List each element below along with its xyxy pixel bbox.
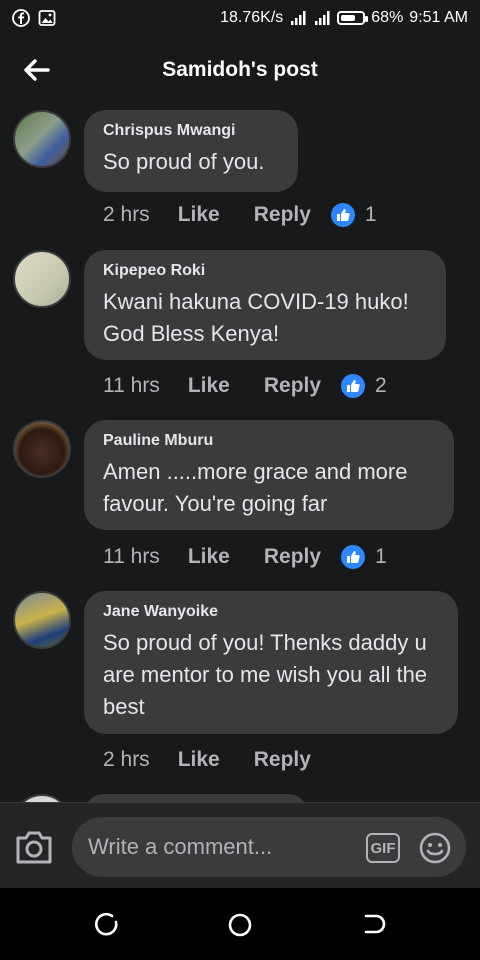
like-button[interactable]: Like [178, 203, 220, 227]
system-nav-bar [0, 888, 480, 960]
gif-button[interactable]: GIF [366, 833, 400, 863]
page-title: Samidoh's post [162, 58, 318, 81]
comment-time[interactable]: 11 hrs [103, 545, 160, 569]
comment-input[interactable] [72, 817, 466, 877]
comment-bubble[interactable]: Jane Wanyoike So proud of you! Thenks da… [84, 591, 458, 734]
clock: 9:51 AM [409, 9, 468, 26]
comment-text: So proud of you! Thenks daddy u are ment… [103, 630, 428, 719]
reply-button[interactable]: Reply [254, 748, 311, 772]
comment-author[interactable]: Jane Wanyoike [103, 603, 438, 621]
signal-icon [291, 11, 306, 25]
comment-text: Kwani hakuna COVID-19 huko! God Bless Ke… [103, 289, 409, 346]
network-speed: 18.76K/s [220, 9, 284, 26]
thumbs-up-icon [341, 545, 366, 569]
thumbs-up-icon [330, 203, 355, 227]
avatar[interactable] [13, 110, 71, 168]
app-header: Samidoh's post [0, 36, 480, 104]
avatar[interactable] [13, 591, 71, 649]
status-right: 18.76K/s 68% 9:51 AM [220, 9, 468, 27]
reaction-count[interactable]: 1 [330, 203, 377, 227]
status-left [12, 9, 56, 27]
comment-actions: 2 hrs Like Reply 1 [103, 200, 377, 230]
reaction-count[interactable]: 2 [341, 374, 387, 398]
reaction-number: 1 [364, 203, 377, 226]
recent-apps-icon[interactable] [92, 910, 122, 940]
reply-button[interactable]: Reply [264, 545, 321, 569]
gallery-notification-icon [38, 10, 56, 26]
comment-bubble[interactable]: Kipepeo Roki Kwani hakuna COVID-19 huko!… [84, 250, 446, 360]
battery-icon [337, 11, 369, 25]
comment-author[interactable]: Kipepeo Roki [103, 262, 426, 280]
reaction-number: 2 [375, 374, 387, 397]
comment-actions: 2 hrs Like Reply [103, 745, 331, 775]
like-button[interactable]: Like [188, 374, 230, 398]
camera-icon[interactable] [14, 829, 54, 865]
reaction-count[interactable]: 1 [341, 545, 387, 569]
comment-text: So proud of you. [103, 149, 265, 174]
comment-time[interactable]: 2 hrs [103, 748, 150, 772]
comment-author[interactable]: Chrispus Mwangi [103, 122, 278, 140]
home-icon[interactable] [225, 910, 255, 940]
back-button[interactable] [12, 46, 60, 94]
comment-time[interactable]: 11 hrs [103, 374, 160, 398]
comment-time[interactable]: 2 hrs [103, 203, 150, 227]
battery-percent: 68% [371, 9, 404, 26]
comment-bubble[interactable]: Chrispus Mwangi So proud of you. [84, 110, 298, 192]
comment-actions: 11 hrs Like Reply 2 [103, 371, 387, 401]
comment-bubble[interactable] [84, 794, 308, 802]
facebook-notification-icon [12, 9, 30, 27]
comment-text: Amen .....more grace and more favour. Yo… [103, 459, 408, 516]
battery-fill [341, 15, 356, 21]
avatar[interactable] [13, 420, 71, 478]
comment-bubble[interactable]: Pauline Mburu Amen .....more grace and m… [84, 420, 454, 530]
status-bar: 18.76K/s 68% 9:51 AM [0, 0, 480, 36]
like-button[interactable]: Like [188, 545, 230, 569]
back-arrow-icon [24, 59, 50, 81]
reply-button[interactable]: Reply [264, 374, 321, 398]
thumbs-up-icon [341, 374, 366, 398]
signal-icon-secondary [315, 11, 330, 25]
avatar[interactable] [13, 250, 71, 308]
back-nav-icon[interactable] [358, 910, 388, 940]
like-button[interactable]: Like [178, 748, 220, 772]
reaction-number: 1 [375, 545, 387, 568]
avatar[interactable] [13, 794, 71, 802]
comment-author[interactable]: Pauline Mburu [103, 432, 434, 450]
comment-list[interactable]: Chrispus Mwangi So proud of you. 2 hrs L… [0, 104, 480, 802]
emoji-icon[interactable] [418, 831, 452, 865]
reply-button[interactable]: Reply [254, 203, 311, 227]
comment-composer: GIF [0, 803, 480, 888]
comment-actions: 11 hrs Like Reply 1 [103, 542, 387, 572]
